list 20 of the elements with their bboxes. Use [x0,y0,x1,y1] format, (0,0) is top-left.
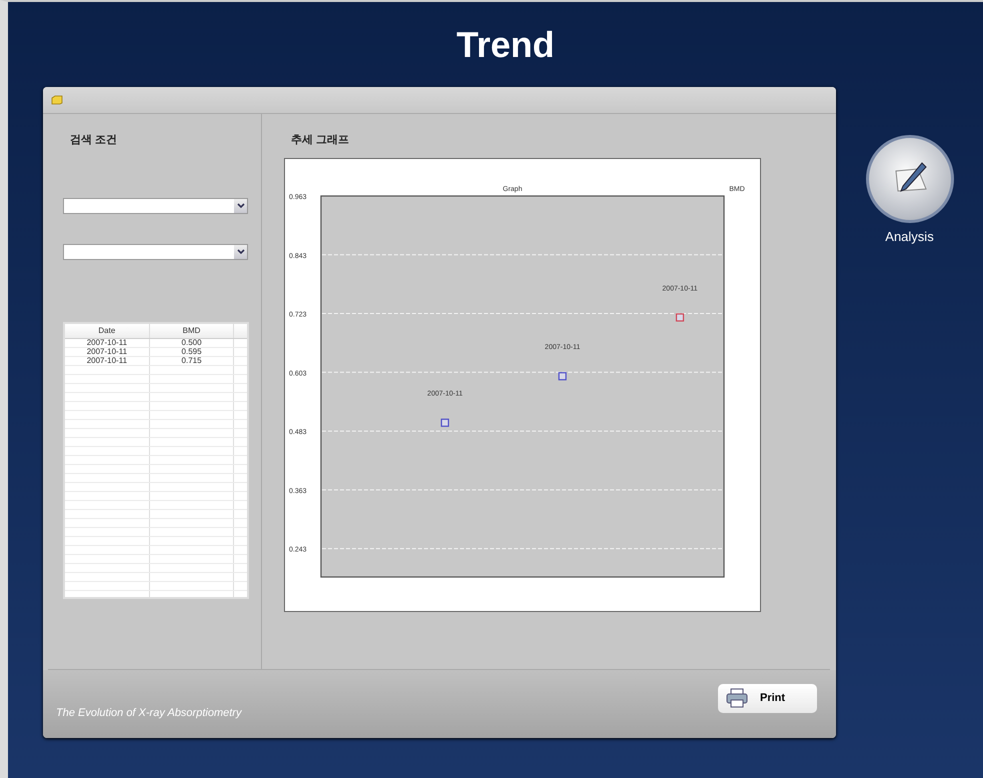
table-cell: 0.500 [150,339,234,347]
printer-icon [726,688,748,708]
chevron-down-icon [236,203,244,209]
tagline: The Evolution of X-ray Absorptiometry [56,707,242,719]
table-cell: 2007-10-11 [65,348,150,356]
analysis-label: Analysis [885,229,934,244]
page-title: Trend [456,24,554,66]
dropdown-field[interactable] [63,244,248,260]
table-cell: 2007-10-11 [65,339,150,347]
column-header: BMD [150,324,234,338]
table-cell: 0.715 [150,357,234,365]
print-button[interactable]: Print [718,684,817,712]
column-header: Date [65,324,150,338]
table-cell: 2007-10-11 [65,357,150,365]
folder-icon [51,95,63,105]
table-cell: 0.595 [150,348,234,356]
search-heading: 검색 조건 [70,133,118,146]
chevron-down-icon [236,249,244,255]
graph-heading: 추세 그래프 [291,133,350,146]
dropdown-field[interactable] [63,198,248,214]
